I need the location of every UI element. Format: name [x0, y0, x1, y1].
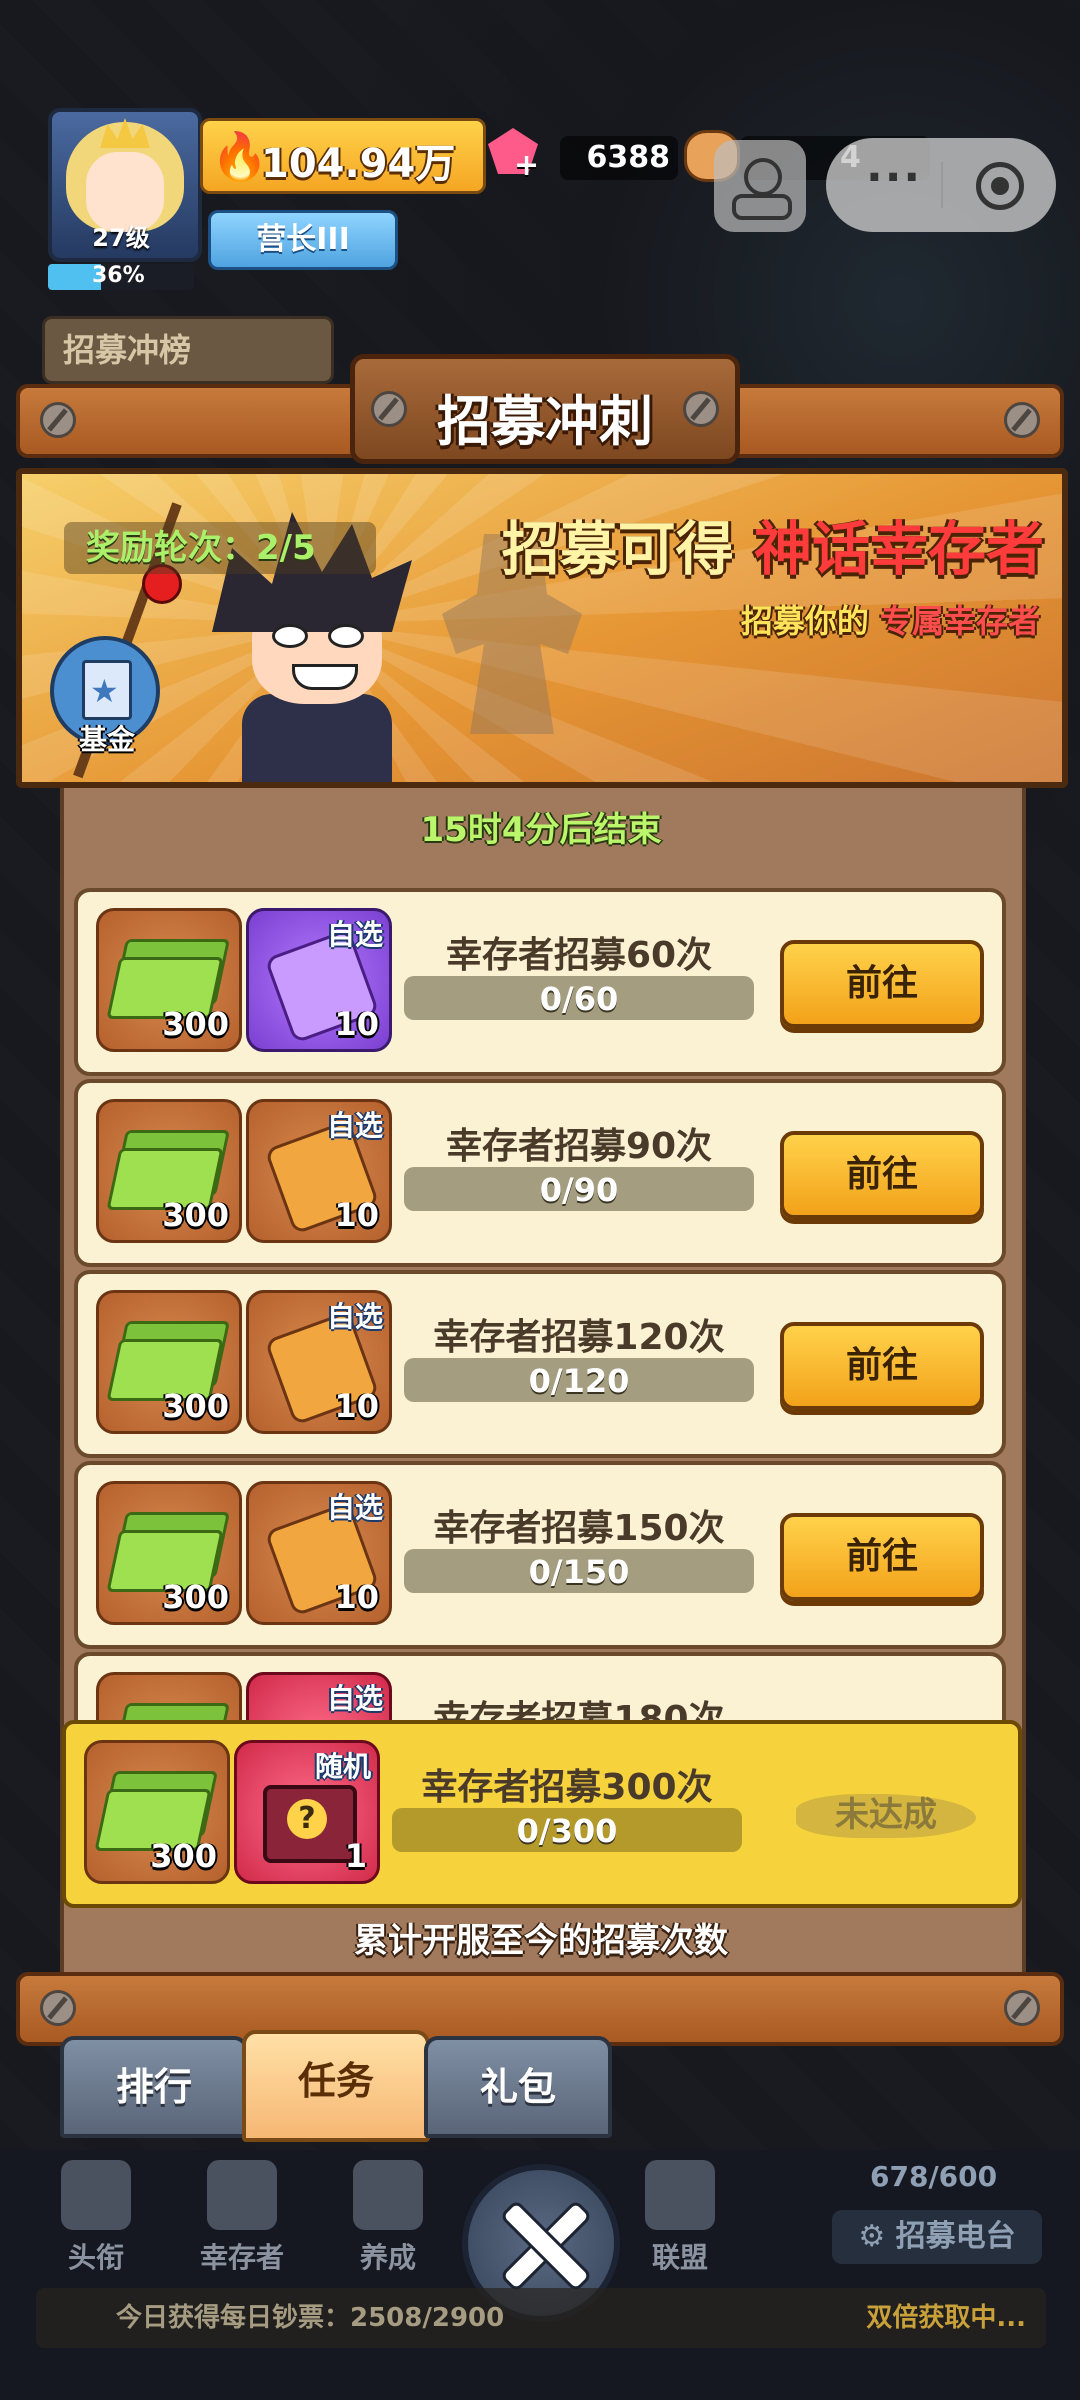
selectable-piece-reward[interactable]: 自选 10 — [246, 1290, 392, 1434]
bolt-icon — [40, 1990, 76, 2026]
nav-survivors[interactable]: 幸存者 — [182, 2150, 302, 2276]
combat-power: 🔥 104.94万 — [200, 118, 486, 194]
close-miniprogram-icon[interactable] — [976, 162, 1024, 210]
go-button[interactable]: 前往 — [780, 1131, 984, 1219]
task-progress-bar: 0/120 — [404, 1358, 754, 1402]
task-title: 幸存者招募60次 — [445, 935, 713, 976]
nav-alliance[interactable]: 联盟 — [620, 2150, 740, 2276]
cash-reward[interactable]: 300 — [84, 1740, 230, 1884]
selectable-piece-reward[interactable]: 自选 10 — [246, 908, 392, 1052]
hat-icon — [207, 2160, 277, 2230]
bolt-icon — [1004, 402, 1040, 438]
player-level: 27级 — [92, 224, 150, 252]
task-row: 300 自选 10 幸存者招募120次 0/120 前往 — [74, 1270, 1006, 1458]
more-options-icon[interactable]: ··· — [866, 152, 922, 203]
bolt-icon — [40, 402, 76, 438]
star-icon: ★ — [90, 672, 119, 710]
not-completed-stamp: 未达成 — [786, 1780, 986, 1850]
cash-reward[interactable]: 300 — [96, 1290, 242, 1434]
task-title: 幸存者招募120次 — [433, 1317, 725, 1358]
gear-icon: ⚙ — [858, 2219, 896, 2254]
tab-gift-pack[interactable]: 礼包 — [424, 2036, 612, 2138]
panel-title: 招募冲刺 — [437, 390, 653, 453]
daily-cash-bar: 今日获得每日钞票：2508/2900 双倍获取中... — [36, 2288, 1046, 2348]
rank-badge[interactable]: 营长III — [208, 210, 398, 270]
task-row: 300 自选 10 幸存者招募90次 0/90 前往 — [74, 1079, 1006, 1267]
task-row: 300 自选 10 幸存者招募60次 0/60 前往 — [74, 888, 1006, 1076]
random-chest-reward[interactable]: ? 随机 1 — [234, 1740, 380, 1884]
mini-program-capsule: ··· — [826, 138, 1056, 232]
go-button[interactable]: 前往 — [780, 1513, 984, 1601]
nav-title[interactable]: 头衔 — [36, 2150, 156, 2276]
final-task-row: 300 ? 随机 1 幸存者招募300次 0/300 未达成 — [62, 1720, 1022, 1908]
daily-cash-text: 今日获得每日钞票：2508/2900 — [116, 2303, 505, 2333]
tab-tasks[interactable]: 任务 — [242, 2030, 430, 2142]
radio-ticket-count: 678/600 — [870, 2160, 998, 2193]
event-end-time: 15时4分后结束 — [420, 810, 662, 850]
selectable-piece-reward[interactable]: 自选 10 — [246, 1099, 392, 1243]
task-progress-bar: 0/90 — [404, 1167, 754, 1211]
mystery-chest-icon: ? — [263, 1785, 357, 1863]
grid-icon — [353, 2160, 423, 2230]
bolt-icon — [1004, 1990, 1040, 2026]
banner-title: 招募可得 神话幸存者 — [501, 515, 1044, 583]
panel-footnote: 累计开服至今的招募次数 — [354, 1921, 728, 1961]
alliance-shield-icon — [645, 2160, 715, 2230]
task-progress-bar: 0/60 — [404, 976, 754, 1020]
shield-star-icon — [61, 2160, 131, 2230]
task-row: 300 自选 10 幸存者招募150次 0/150 前往 — [74, 1461, 1006, 1649]
task-title: 幸存者招募150次 — [433, 1508, 725, 1549]
panel-title-plate: 招募冲刺 — [350, 354, 740, 464]
double-gain-text: 双倍获取中... — [866, 2303, 1026, 2333]
go-button[interactable]: 前往 — [780, 940, 984, 1028]
joystick-button[interactable] — [714, 140, 806, 232]
event-banner: 奖励轮次：2/5 招募可得 神话幸存者 招募你的 专属幸存者 ★ 基金 — [16, 468, 1068, 788]
cash-reward[interactable]: 300 — [96, 1481, 242, 1625]
reward-rounds: 奖励轮次：2/5 — [64, 522, 376, 574]
go-button[interactable]: 前往 — [780, 1322, 984, 1410]
combat-power-value: 104.94万 — [261, 141, 456, 187]
gem-count: 6388 — [560, 136, 678, 180]
task-title: 幸存者招募300次 — [421, 1767, 713, 1808]
xp-percent: 36% — [92, 263, 145, 288]
crown-icon — [100, 118, 150, 148]
task-progress-bar: 0/300 — [392, 1808, 742, 1852]
cash-reward[interactable]: 300 — [96, 908, 242, 1052]
banner-subtitle: 招募你的 专属幸存者 — [740, 602, 1040, 640]
joystick-icon — [744, 158, 782, 196]
recruit-ranking-tab[interactable]: 招募冲榜 — [42, 316, 334, 384]
task-title: 幸存者招募90次 — [445, 1126, 713, 1167]
nav-develop[interactable]: 养成 — [328, 2150, 448, 2276]
flame-icon: 🔥 — [211, 129, 269, 183]
panel-bottom-bar — [16, 1972, 1064, 2046]
selectable-piece-reward[interactable]: 自选 10 — [246, 1481, 392, 1625]
tab-ranking[interactable]: 排行 — [60, 2036, 248, 2138]
add-gems-icon[interactable]: + — [514, 148, 539, 183]
fund-label: 基金 — [78, 723, 135, 756]
task-progress-bar: 0/150 — [404, 1549, 754, 1593]
cash-reward[interactable]: 300 — [96, 1099, 242, 1243]
recruit-radio-button[interactable]: ⚙ 招募电台 — [832, 2210, 1042, 2264]
